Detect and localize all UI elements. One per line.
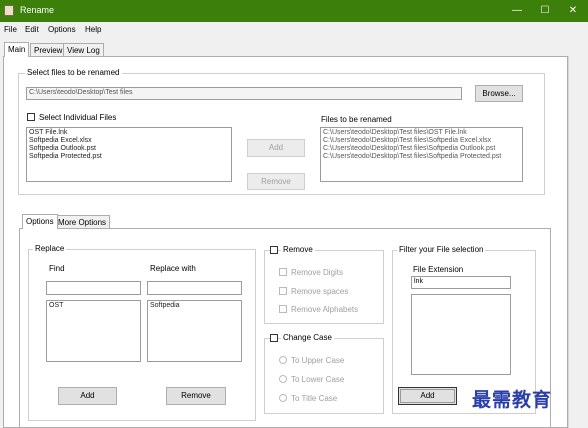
list-item[interactable]: Softpedia Outlook.pst [29, 145, 229, 153]
replace-with-label: Replace with [150, 264, 196, 273]
add-replace-button[interactable]: Add [58, 387, 117, 405]
minimize-icon[interactable]: — [508, 3, 526, 19]
remove-checkbox[interactable] [270, 246, 278, 254]
remove-label: Remove [281, 245, 315, 254]
list-item[interactable]: C:\Users\teodo\Desktop\Test files\Softpe… [323, 153, 520, 161]
scrollbar[interactable] [568, 56, 588, 428]
filter-label: Filter your File selection [397, 245, 486, 254]
remove-replace-button[interactable]: Remove [166, 387, 226, 405]
remove-spaces-label: Remove spaces [291, 287, 349, 296]
extension-list[interactable] [411, 294, 511, 375]
list-item[interactable]: Softpedia Protected.pst [29, 153, 229, 161]
find-label: Find [49, 264, 65, 273]
lower-case-label: To Lower Case [291, 375, 345, 384]
files-list[interactable]: OST File.lnk Softpedia Excel.xlsx Softpe… [26, 127, 232, 182]
title-case-radio[interactable] [279, 394, 287, 402]
file-extension-input[interactable]: lnk [411, 276, 511, 289]
menu-file[interactable]: File [4, 25, 17, 34]
maximize-icon[interactable]: ☐ [536, 3, 554, 19]
list-item[interactable]: Softpedia Excel.xlsx [29, 137, 229, 145]
replace-label: Replace [33, 244, 67, 253]
title-bar: Rename — ☐ ✕ [0, 0, 588, 22]
replace-with-list[interactable]: Softpedia [147, 300, 242, 362]
select-individual-label: Select Individual Files [39, 113, 117, 122]
change-case-checkbox[interactable] [270, 334, 278, 342]
remove-alphabets-checkbox[interactable] [279, 305, 287, 313]
menu-bar: File Edit Options Help [0, 22, 588, 37]
upper-case-radio[interactable] [279, 356, 287, 364]
file-extension-label: File Extension [413, 265, 464, 274]
tab-view-log[interactable]: View Log [63, 43, 104, 57]
change-case-label: Change Case [281, 333, 334, 342]
browse-button[interactable]: Browse... [475, 85, 523, 102]
menu-help[interactable]: Help [85, 25, 101, 34]
menu-edit[interactable]: Edit [25, 25, 39, 34]
title-case-label: To Title Case [291, 394, 338, 403]
files-to-rename-label: Files to be renamed [321, 115, 392, 124]
path-field[interactable]: C:\Users\teodo\Desktop\Test files [26, 87, 462, 100]
add-file-button[interactable]: Add [247, 139, 305, 157]
tab-more-options[interactable]: More Options [54, 215, 111, 229]
tab-options[interactable]: Options [22, 214, 58, 229]
find-input[interactable] [46, 281, 141, 295]
close-icon[interactable]: ✕ [564, 3, 582, 19]
list-item[interactable]: C:\Users\teodo\Desktop\Test files\Softpe… [323, 145, 520, 153]
find-list[interactable]: OST [46, 300, 141, 362]
files-to-rename-list[interactable]: C:\Users\teodo\Desktop\Test files\OST Fi… [320, 127, 523, 182]
tab-main[interactable]: Main [4, 42, 30, 57]
menu-options[interactable]: Options [48, 25, 76, 34]
select-files-label: Select files to be renamed [25, 68, 122, 77]
tab-preview[interactable]: Preview [30, 43, 67, 57]
replace-with-input[interactable] [147, 281, 242, 295]
select-individual-checkbox[interactable] [27, 113, 35, 121]
list-item[interactable]: OST File.lnk [29, 129, 229, 137]
window-title: Rename [20, 5, 55, 15]
remove-digits-label: Remove Digits [291, 268, 344, 277]
app-icon [4, 5, 14, 16]
remove-alphabets-label: Remove Alphabets [291, 305, 359, 314]
lower-case-radio[interactable] [279, 375, 287, 383]
list-item[interactable]: OST [49, 302, 138, 310]
add-extension-button[interactable]: Add [398, 387, 457, 405]
upper-case-label: To Upper Case [291, 356, 345, 365]
list-item[interactable]: C:\Users\teodo\Desktop\Test files\Softpe… [323, 137, 520, 145]
remove-spaces-checkbox[interactable] [279, 287, 287, 295]
remove-file-button[interactable]: Remove [247, 173, 305, 190]
list-item[interactable]: C:\Users\teodo\Desktop\Test files\OST Fi… [323, 129, 520, 137]
remove-digits-checkbox[interactable] [279, 268, 287, 276]
watermark: 最需教育 [472, 389, 553, 411]
list-item[interactable]: Softpedia [150, 302, 239, 310]
